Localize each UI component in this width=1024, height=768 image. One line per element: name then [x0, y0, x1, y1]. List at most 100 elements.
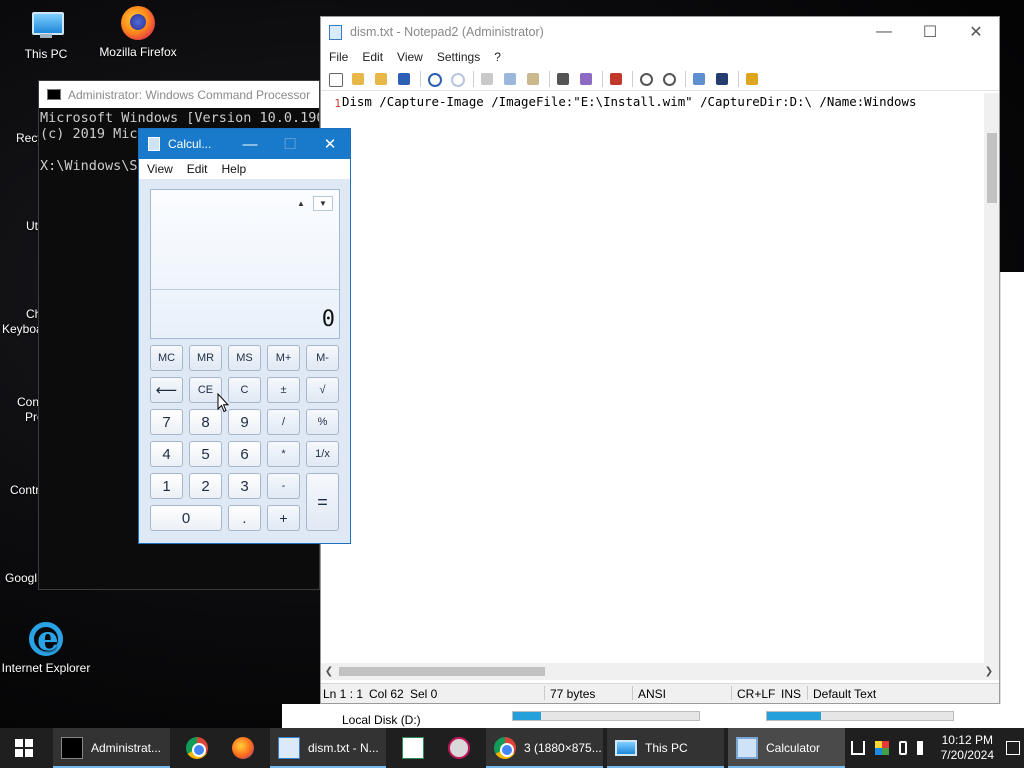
digit-2-button[interactable]: 2: [189, 473, 222, 499]
clock[interactable]: 10:12 PM 7/20/2024: [941, 733, 994, 763]
zoom-in-icon[interactable]: [638, 71, 656, 87]
close-button[interactable]: ✕: [953, 17, 999, 47]
zoom-out-icon[interactable]: [661, 71, 679, 87]
desktop-icon-internet-explorer[interactable]: Internet Explorer: [0, 619, 92, 675]
digit-6-button[interactable]: 6: [228, 441, 261, 467]
network-icon[interactable]: [850, 741, 865, 755]
menu-file[interactable]: File: [329, 50, 348, 64]
digit-4-button[interactable]: 4: [150, 441, 183, 467]
digit-3-button[interactable]: 3: [228, 473, 261, 499]
memory-add-button[interactable]: M+: [267, 345, 300, 371]
status-eol[interactable]: CR+LF: [737, 687, 775, 701]
replace-icon[interactable]: [578, 71, 596, 87]
cut-icon[interactable]: [479, 71, 497, 87]
multiply-button[interactable]: *: [267, 441, 300, 467]
horizontal-scroll-thumb[interactable]: [339, 667, 545, 676]
square-root-button[interactable]: √: [306, 377, 339, 403]
desktop-icon-label: Mozilla Firefox: [99, 45, 177, 59]
percent-button[interactable]: %: [306, 409, 339, 435]
subtract-button[interactable]: -: [267, 473, 300, 499]
status-scheme[interactable]: Default Text: [813, 687, 876, 701]
taskbar-item-this-pc[interactable]: This PC: [607, 728, 724, 768]
add-button[interactable]: +: [267, 505, 300, 531]
menu-view[interactable]: View: [147, 162, 173, 176]
drive-label[interactable]: Local Disk (D:): [342, 713, 421, 727]
menu-settings[interactable]: Settings: [437, 50, 480, 64]
menu-view[interactable]: View: [397, 50, 423, 64]
editor-text[interactable]: Dism /Capture-Image /ImageFile:"E:\Insta…: [342, 94, 916, 109]
customize-scheme-icon[interactable]: [714, 71, 732, 87]
exit-icon[interactable]: [744, 71, 762, 87]
taskbar-item-cmd[interactable]: Administrat...: [53, 728, 170, 768]
divide-button[interactable]: /: [267, 409, 300, 435]
windows-logo-icon: [15, 739, 33, 757]
taskbar-item-chrome-window[interactable]: 3 (1880×875...: [486, 728, 603, 768]
close-button[interactable]: ✕: [310, 129, 350, 159]
notepad2-window[interactable]: dism.txt - Notepad2 (Administrator) — ☐ …: [320, 16, 1000, 704]
menu-edit[interactable]: Edit: [187, 162, 208, 176]
redo-icon[interactable]: [449, 71, 467, 87]
scheme-icon[interactable]: [691, 71, 709, 87]
scroll-left-icon[interactable]: ❮: [321, 666, 337, 677]
scroll-right-icon[interactable]: ❯: [981, 666, 997, 677]
digit-7-button[interactable]: 7: [150, 409, 183, 435]
find-icon[interactable]: [555, 71, 573, 87]
start-button[interactable]: [0, 728, 48, 768]
memory-subtract-button[interactable]: M-: [306, 345, 339, 371]
browse-icon[interactable]: [373, 71, 391, 87]
digit-1-button[interactable]: 1: [150, 473, 183, 499]
notifications-icon[interactable]: [1006, 741, 1020, 755]
vertical-scrollbar[interactable]: [984, 93, 999, 673]
word-wrap-icon[interactable]: [608, 71, 626, 87]
digit-0-button[interactable]: 0: [150, 505, 222, 531]
clear-button[interactable]: C: [228, 377, 261, 403]
calculator-title-bar[interactable]: Calcul... — ☐ ✕: [139, 129, 350, 159]
copy-icon[interactable]: [502, 71, 520, 87]
drive-usage-fill: [767, 712, 821, 720]
taskbar-item-calculator[interactable]: Calculator: [728, 728, 845, 768]
tray-app-icon[interactable]: [874, 741, 889, 755]
new-document-icon[interactable]: [327, 71, 345, 87]
taskbar-pin-chart-app[interactable]: [390, 728, 436, 768]
internet-explorer-icon: [29, 619, 63, 659]
taskbar-pin-chrome[interactable]: [174, 728, 220, 768]
taskbar-item-notepad[interactable]: dism.txt - N...: [270, 728, 386, 768]
horizontal-scrollbar[interactable]: ❮ ❯: [321, 663, 999, 680]
status-encoding[interactable]: ANSI: [638, 687, 666, 701]
undo-icon[interactable]: [426, 71, 444, 87]
save-icon[interactable]: [396, 71, 414, 87]
reciprocal-button[interactable]: 1/x: [306, 441, 339, 467]
desktop-icon-this-pc[interactable]: This PC: [0, 8, 92, 61]
taskbar-pin-firefox[interactable]: [220, 728, 266, 768]
memory-store-button[interactable]: MS: [228, 345, 261, 371]
cmd-icon: [47, 89, 61, 100]
cmd-title-bar[interactable]: Administrator: Windows Command Processor: [39, 81, 319, 108]
maximize-button[interactable]: ☐: [907, 17, 953, 47]
editor-area[interactable]: 1 Dism /Capture-Image /ImageFile:"E:\Ins…: [321, 93, 999, 673]
negate-button[interactable]: ±: [267, 377, 300, 403]
vertical-scroll-thumb[interactable]: [987, 133, 997, 203]
memory-clear-button[interactable]: MC: [150, 345, 183, 371]
menu-edit[interactable]: Edit: [362, 50, 383, 64]
minimize-button[interactable]: —: [230, 129, 270, 159]
calculator-window[interactable]: Calcul... — ☐ ✕ View Edit Help ▲ ▼ 0 MC …: [138, 128, 351, 544]
menu-help[interactable]: ?: [494, 50, 501, 64]
taskbar-pin-paint[interactable]: [436, 728, 482, 768]
decimal-button[interactable]: .: [228, 505, 261, 531]
notepad-title-bar[interactable]: dism.txt - Notepad2 (Administrator) — ☐ …: [321, 17, 999, 47]
minimize-button[interactable]: —: [861, 17, 907, 47]
notepad-toolbar: [321, 67, 999, 91]
menu-help[interactable]: Help: [221, 162, 246, 176]
digit-9-button[interactable]: 9: [228, 409, 261, 435]
desktop-icon-firefox[interactable]: Mozilla Firefox: [92, 6, 184, 59]
history-down-icon[interactable]: ▼: [313, 196, 333, 211]
volume-icon[interactable]: [916, 741, 927, 755]
equals-button[interactable]: =: [306, 473, 339, 531]
memory-recall-button[interactable]: MR: [189, 345, 222, 371]
open-folder-icon[interactable]: [350, 71, 368, 87]
history-up-icon[interactable]: ▲: [291, 196, 311, 211]
usb-device-icon[interactable]: [898, 741, 907, 755]
paste-icon[interactable]: [525, 71, 543, 87]
backspace-button[interactable]: ⟵: [150, 377, 183, 403]
digit-5-button[interactable]: 5: [189, 441, 222, 467]
